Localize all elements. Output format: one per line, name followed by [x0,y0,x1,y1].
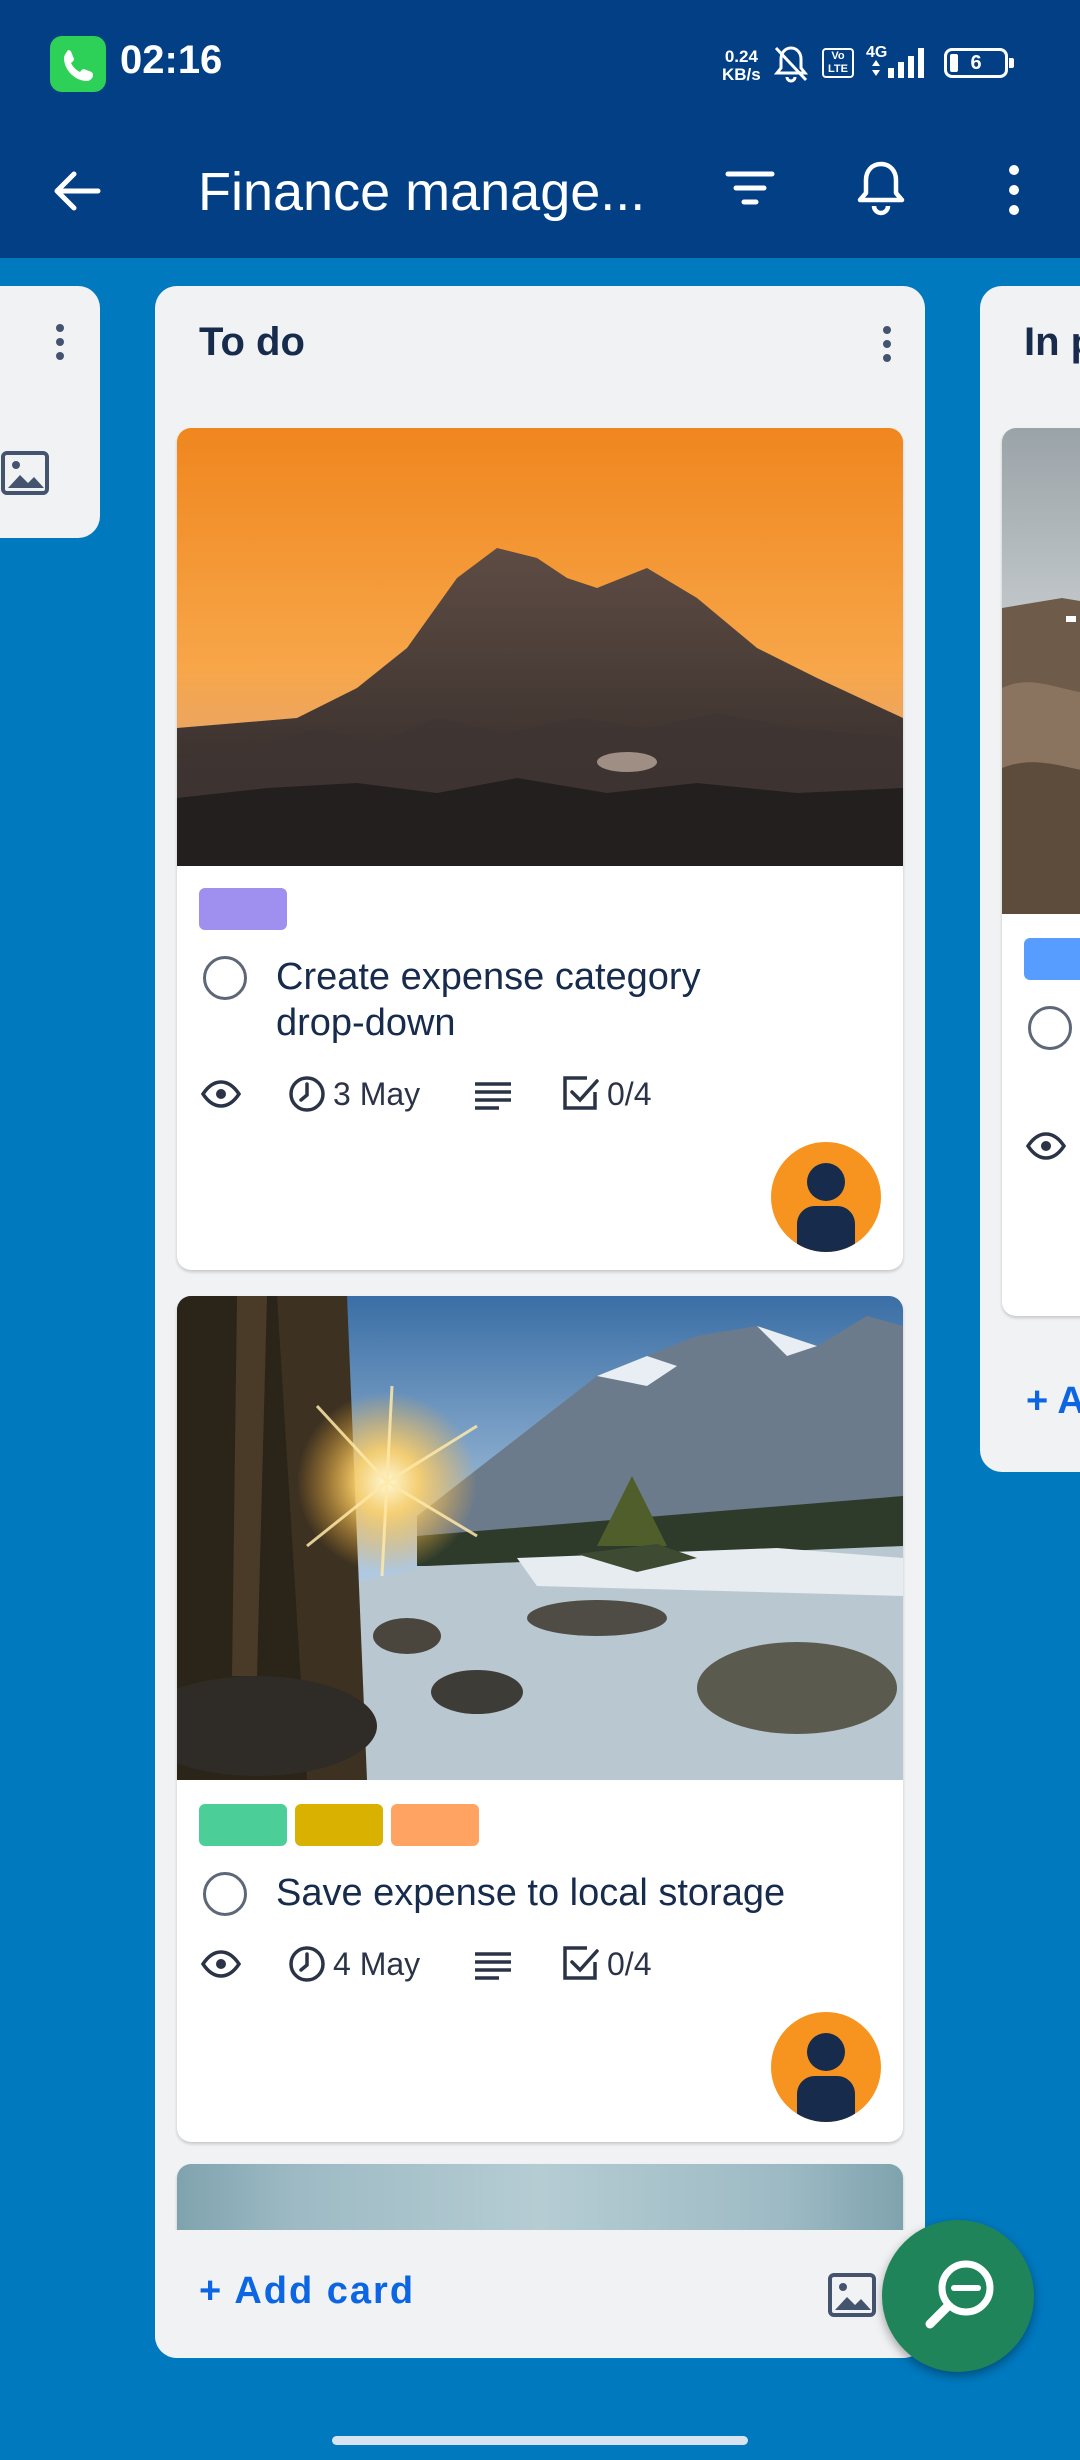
complete-checkbox[interactable] [203,956,247,1000]
card-label [199,1804,287,1846]
column-todo: To do Create expense category drop-down … [155,286,925,2358]
status-bar: 02:16 0.24 KB/s Vo LTE 4G 6 [0,0,1080,130]
card-label [1024,938,1080,980]
due-date-text: 4 May [333,1945,421,1982]
card-cover-image [177,428,903,866]
column-menu-icon[interactable] [879,324,895,373]
back-arrow-icon[interactable] [46,160,108,227]
complete-checkbox[interactable] [1028,1006,1072,1050]
clock-icon [289,1076,325,1112]
checklist-count: 0/4 [561,1944,651,1984]
card-label [391,1804,479,1846]
column-title[interactable]: In p [1024,320,1080,365]
board[interactable]: To do Create expense category drop-down … [0,258,1080,2460]
net-speed: 0.24 KB/s [722,48,761,84]
card[interactable]: Create expense category drop-down 3 May … [177,428,903,1270]
bell-off-icon [772,44,810,89]
checklist-icon [563,1946,599,1980]
complete-checkbox[interactable] [203,1872,247,1916]
add-card-button[interactable]: + Add card [199,2270,415,2313]
zoom-search-icon [925,2260,994,2329]
net-speed-value: 0.24 [724,47,758,66]
description-icon [473,1950,513,1985]
notification-bell-icon[interactable] [852,156,910,223]
filter-icon[interactable] [724,162,776,219]
card-title: Create expense category drop-down [276,954,701,1046]
card-cover-image [1002,428,1080,914]
add-card-image-icon[interactable] [827,2272,877,2323]
column-next: In p [980,286,1080,1472]
card-label [199,888,287,930]
due-date: 3 May [287,1074,420,1114]
battery-icon: 6 [944,48,1014,78]
battery-level: 6 [970,52,982,74]
card[interactable]: Save expense to local storage 4 May 0/4 [177,1296,903,2142]
watch-eye-icon [200,1950,242,1983]
signal-icon [866,46,932,85]
checklist-count: 0/4 [561,1074,651,1114]
call-icon[interactable] [50,36,106,92]
clock-time: 02:16 [120,38,223,82]
add-card-button[interactable]: + A [1026,1380,1080,1423]
clock-icon [289,1946,325,1982]
image-icon[interactable] [0,450,50,501]
search-fab[interactable] [882,2220,1034,2372]
net-speed-unit: KB/s [722,65,761,84]
description-icon [473,1080,513,1115]
due-date-text: 3 May [333,1075,421,1112]
volte-icon: Vo LTE [822,48,854,78]
avatar[interactable] [771,1142,881,1252]
card-title-line: drop-down [276,1002,456,1044]
card-title: Save expense to local storage [276,1872,786,1914]
due-date: 4 May [287,1944,420,1984]
more-vert-icon[interactable] [998,160,1030,225]
card[interactable] [1002,428,1080,1316]
add-card-footer: + Add card [155,2230,925,2358]
card-cover-image [177,1296,903,1780]
checklist-icon [563,1076,599,1110]
home-indicator[interactable] [332,2436,748,2445]
checklist-text: 0/4 [607,1945,652,1982]
app-bar: Finance manage... [0,130,1080,258]
column-menu-icon[interactable] [52,322,68,371]
checklist-text: 0/4 [607,1075,652,1112]
column-title[interactable]: To do [199,320,305,365]
board-title: Finance manage... [198,162,646,222]
watch-eye-icon [1025,1132,1067,1165]
avatar[interactable] [771,2012,881,2122]
column-previous [0,286,100,538]
card-label [295,1804,383,1846]
card-title-line: Create expense category [276,956,701,998]
watch-eye-icon [200,1080,242,1113]
